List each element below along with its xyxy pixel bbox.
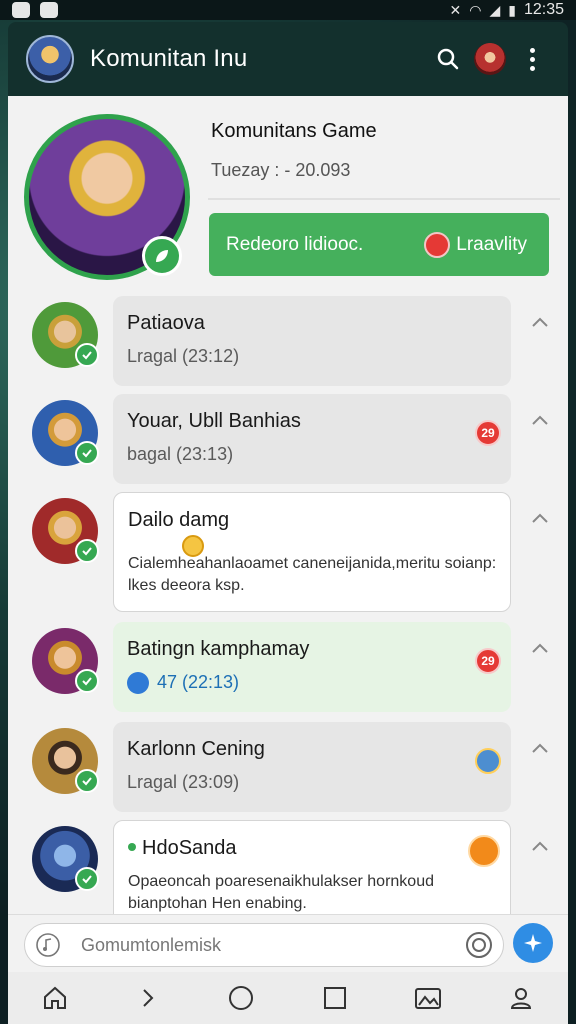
wifi-icon: ◠: [469, 1, 482, 18]
item-name: Patiaova: [127, 312, 205, 334]
leaf-icon: [156, 250, 168, 262]
check-icon: [75, 539, 99, 563]
item-name: Karlonn Cening: [127, 738, 265, 760]
home-icon: [43, 986, 66, 1009]
message-bubble[interactable]: Batingn kamphamay 47 (22:13) 29: [113, 622, 511, 712]
app-bar: Komunitan Inu: [8, 22, 568, 96]
redeem-button[interactable]: Redeoro lidiooc. Lraavlity: [209, 213, 549, 276]
list-item[interactable]: Dailo damg Cialemheahanlaoamet caneneija…: [8, 486, 568, 612]
profile-button[interactable]: [501, 978, 541, 1018]
check-icon: [75, 441, 99, 465]
item-time: 47 (22:13): [127, 672, 239, 695]
status-bar: ✕ ◠ ◢ ▮ 12:35: [0, 0, 576, 20]
chevron-up-icon[interactable]: [526, 836, 554, 856]
gallery-button[interactable]: [408, 978, 448, 1018]
message-bubble[interactable]: Dailo damg Cialemheahanlaoamet caneneija…: [113, 492, 511, 612]
item-name: HdoSanda: [142, 837, 237, 859]
more-vert-icon: [529, 47, 535, 71]
user-icon: [511, 988, 532, 1009]
item-name: Batingn kamphamay: [127, 638, 310, 660]
message-list: Patiaova Lragal (23:12) Youar, Ubll Banh…: [8, 290, 568, 914]
heart-icon: [424, 231, 451, 258]
community-header: Komunitans Game Tuezay : - 20.093 Redeor…: [8, 96, 568, 286]
chevron-up-icon[interactable]: [526, 738, 554, 758]
check-icon: [75, 867, 99, 891]
status-time: 12:35: [523, 1, 564, 18]
verified-badge: [142, 236, 182, 276]
community-date: Tuezay : - 20.093: [211, 160, 351, 180]
mute-icon: ✕: [449, 1, 462, 18]
community-title: Komunitans Game: [211, 120, 377, 142]
message-bubble[interactable]: Karlonn Cening Lragal (23:09): [113, 722, 511, 812]
forward-button[interactable]: [128, 978, 168, 1018]
circle-icon: [229, 986, 254, 1010]
sticker-icon[interactable]: [465, 931, 493, 959]
chevron-right-icon: [143, 989, 154, 1007]
unread-badge: 29: [475, 420, 501, 446]
divider: [208, 198, 560, 200]
square-button[interactable]: [315, 978, 355, 1018]
gallery-icon: [414, 988, 441, 1009]
notification-icon: [12, 2, 30, 18]
home-button[interactable]: [35, 978, 75, 1018]
item-time: Lragal (23:09): [127, 772, 240, 792]
online-dot-icon: [128, 843, 136, 851]
message-placeholder: Gomumtonlemisk: [81, 934, 222, 955]
more-options-button[interactable]: [512, 39, 552, 79]
item-time: bagal (23:13): [127, 444, 234, 464]
signal-icon: ◢: [489, 1, 501, 18]
item-description: Cialemheahanlaoamet caneneijanida,meritu…: [128, 555, 497, 594]
item-time: Lragal (23:12): [127, 346, 240, 366]
globe-badge-icon: [475, 748, 501, 774]
app-notification-icon: [40, 2, 58, 18]
chevron-up-icon[interactable]: [526, 312, 554, 332]
chevron-up-icon[interactable]: [526, 508, 554, 528]
redeem-button-label: Redeoro lidiooc.: [226, 233, 364, 255]
bottom-nav: [8, 972, 568, 1024]
search-button[interactable]: [428, 39, 468, 79]
list-item[interactable]: Karlonn Cening Lragal (23:09): [8, 716, 568, 822]
list-item[interactable]: Youar, Ubll Banhias bagal (23:13) 29: [8, 388, 568, 494]
app-title: Komunitan Inu: [90, 45, 248, 72]
message-bubble[interactable]: HdoSanda Opaeoncah poaresenaikhulakser h…: [113, 820, 511, 914]
send-icon: [524, 934, 542, 952]
square-icon: [323, 987, 346, 1009]
message-bubble[interactable]: Youar, Ubll Banhias bagal (23:13) 29: [113, 394, 511, 484]
list-item[interactable]: HdoSanda Opaeoncah poaresenaikhulakser h…: [8, 814, 568, 914]
message-composer: Gomumtonlemisk: [8, 914, 568, 972]
fire-badge-icon: [468, 835, 500, 867]
chevron-up-icon[interactable]: [526, 638, 554, 658]
list-item[interactable]: Patiaova Lragal (23:12): [8, 290, 568, 396]
community-avatar[interactable]: [26, 35, 74, 83]
main-panel: Komunitans Game Tuezay : - 20.093 Redeor…: [8, 96, 568, 914]
battery-icon: ▮: [508, 1, 516, 18]
check-icon: [75, 769, 99, 793]
item-name: Dailo damg: [128, 509, 230, 531]
message-input[interactable]: Gomumtonlemisk: [24, 923, 504, 967]
music-note-icon[interactable]: [35, 932, 61, 958]
circle-button[interactable]: [221, 978, 261, 1018]
search-icon: [437, 48, 459, 70]
send-button[interactable]: [513, 923, 553, 963]
list-item[interactable]: Batingn kamphamay 47 (22:13) 29: [8, 616, 568, 722]
globe-icon: [127, 672, 149, 695]
item-description: Opaeoncah poaresenaikhulakser hornkoud b…: [128, 873, 434, 912]
chevron-up-icon[interactable]: [526, 410, 554, 430]
profile-avatar[interactable]: [474, 43, 506, 75]
check-icon: [75, 343, 99, 367]
loyalty-label: Lraavlity: [456, 233, 527, 255]
unread-badge: 29: [475, 648, 501, 674]
check-icon: [75, 669, 99, 693]
item-name: Youar, Ubll Banhias: [127, 410, 301, 432]
message-bubble[interactable]: Patiaova Lragal (23:12): [113, 296, 511, 386]
